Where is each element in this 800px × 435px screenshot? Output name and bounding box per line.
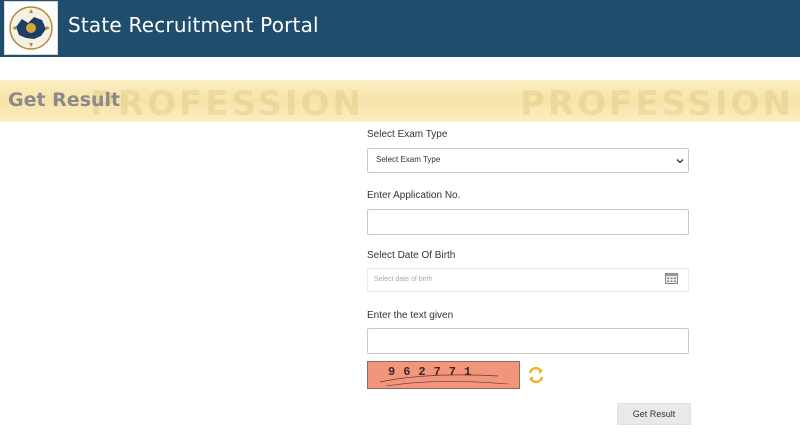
application-no-label: Enter Application No. [367,190,461,201]
dob-label: Select Date Of Birth [367,250,456,261]
app-header: State Recruitment Portal [0,0,800,57]
captcha-image: 962771 [367,361,520,389]
banner-watermark: PROFESSION [520,84,794,122]
application-no-input[interactable] [367,209,689,235]
calendar-icon[interactable] [665,272,678,284]
chevron-down-icon [676,159,684,164]
exam-type-selected-value: Select Exam Type [376,155,441,164]
banner-watermark: PROFESSION [90,84,364,122]
refresh-icon[interactable] [527,366,545,384]
dob-placeholder: Select date of birth [374,276,433,283]
app-title: State Recruitment Portal [68,13,319,37]
captcha-text: 962771 [388,365,480,379]
dob-input[interactable]: Select date of birth [367,268,689,292]
get-result-button[interactable]: Get Result [617,403,691,425]
exam-type-label: Select Exam Type [367,129,448,140]
captcha-label: Enter the text given [367,310,454,321]
captcha-input[interactable] [367,328,689,354]
page-title: Get Result [8,89,121,111]
state-emblem-logo[interactable] [4,1,58,55]
page-banner: PROFESSION PROFESSION Get Result [0,80,800,122]
exam-type-select[interactable]: Select Exam Type [367,148,689,173]
header-divider [0,57,800,62]
